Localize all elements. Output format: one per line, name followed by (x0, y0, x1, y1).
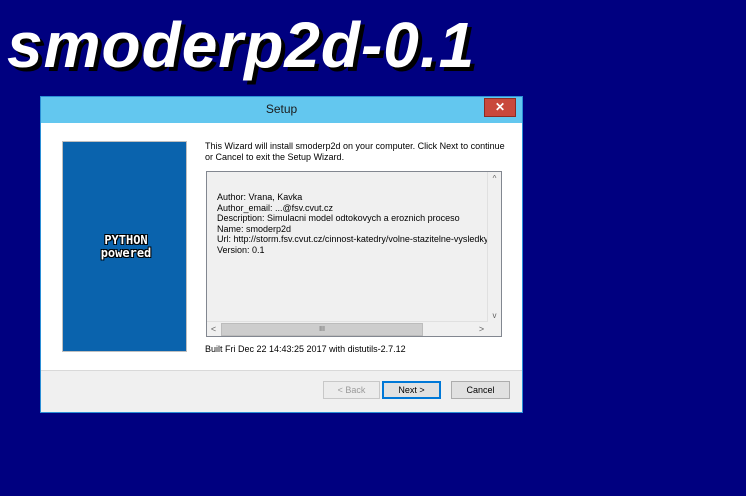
vertical-scrollbar[interactable]: ^ v (487, 172, 501, 322)
title-bar[interactable]: Setup ✕ (41, 97, 522, 123)
scroll-up-icon[interactable]: ^ (488, 172, 501, 185)
scrollbar-corner (488, 322, 501, 336)
logo-line-2: powered (100, 246, 152, 260)
banner-title: smoderp2d-0.1 (7, 9, 476, 81)
cancel-button[interactable]: Cancel (451, 381, 510, 399)
button-bar: < Back Next > Cancel (41, 370, 522, 412)
package-info-text: Author: Vrana, Kavka Author_email: ...@f… (217, 192, 487, 255)
dialog-body: PYTHON powered This Wizard will install … (41, 123, 522, 412)
horizontal-scroll-thumb[interactable]: III (221, 323, 423, 336)
info-line: Author: Vrana, Kavka (217, 192, 303, 202)
scroll-down-icon[interactable]: v (488, 309, 501, 322)
back-button[interactable]: < Back (323, 381, 380, 399)
intro-text: This Wizard will install smoderp2d on yo… (205, 141, 505, 162)
scroll-left-icon[interactable]: < (207, 322, 220, 336)
info-line: Description: Simulacni model odtokovych … (217, 213, 460, 223)
build-info: Built Fri Dec 22 14:43:25 2017 with dist… (205, 344, 406, 354)
horizontal-scrollbar[interactable]: < III > (207, 321, 488, 336)
setup-dialog: Setup ✕ PYTHON powered This Wizard will … (40, 96, 523, 413)
info-line: Version: 0.1 (217, 244, 265, 255)
package-info-box[interactable]: Author: Vrana, Kavka Author_email: ...@f… (206, 171, 502, 337)
info-line: Url: http://storm.fsv.cvut.cz/cinnost-ka… (217, 234, 487, 244)
python-powered-logo: PYTHON powered (91, 234, 161, 260)
next-button[interactable]: Next > (382, 381, 441, 399)
window-title: Setup (265, 102, 298, 116)
close-button[interactable]: ✕ (484, 98, 516, 117)
info-line: Name: smoderp2d (217, 223, 292, 234)
info-line: Author_email: ...@fsv.cvut.cz (217, 202, 334, 213)
wizard-bitmap: PYTHON powered (62, 141, 187, 352)
scroll-right-icon[interactable]: > (475, 322, 488, 336)
